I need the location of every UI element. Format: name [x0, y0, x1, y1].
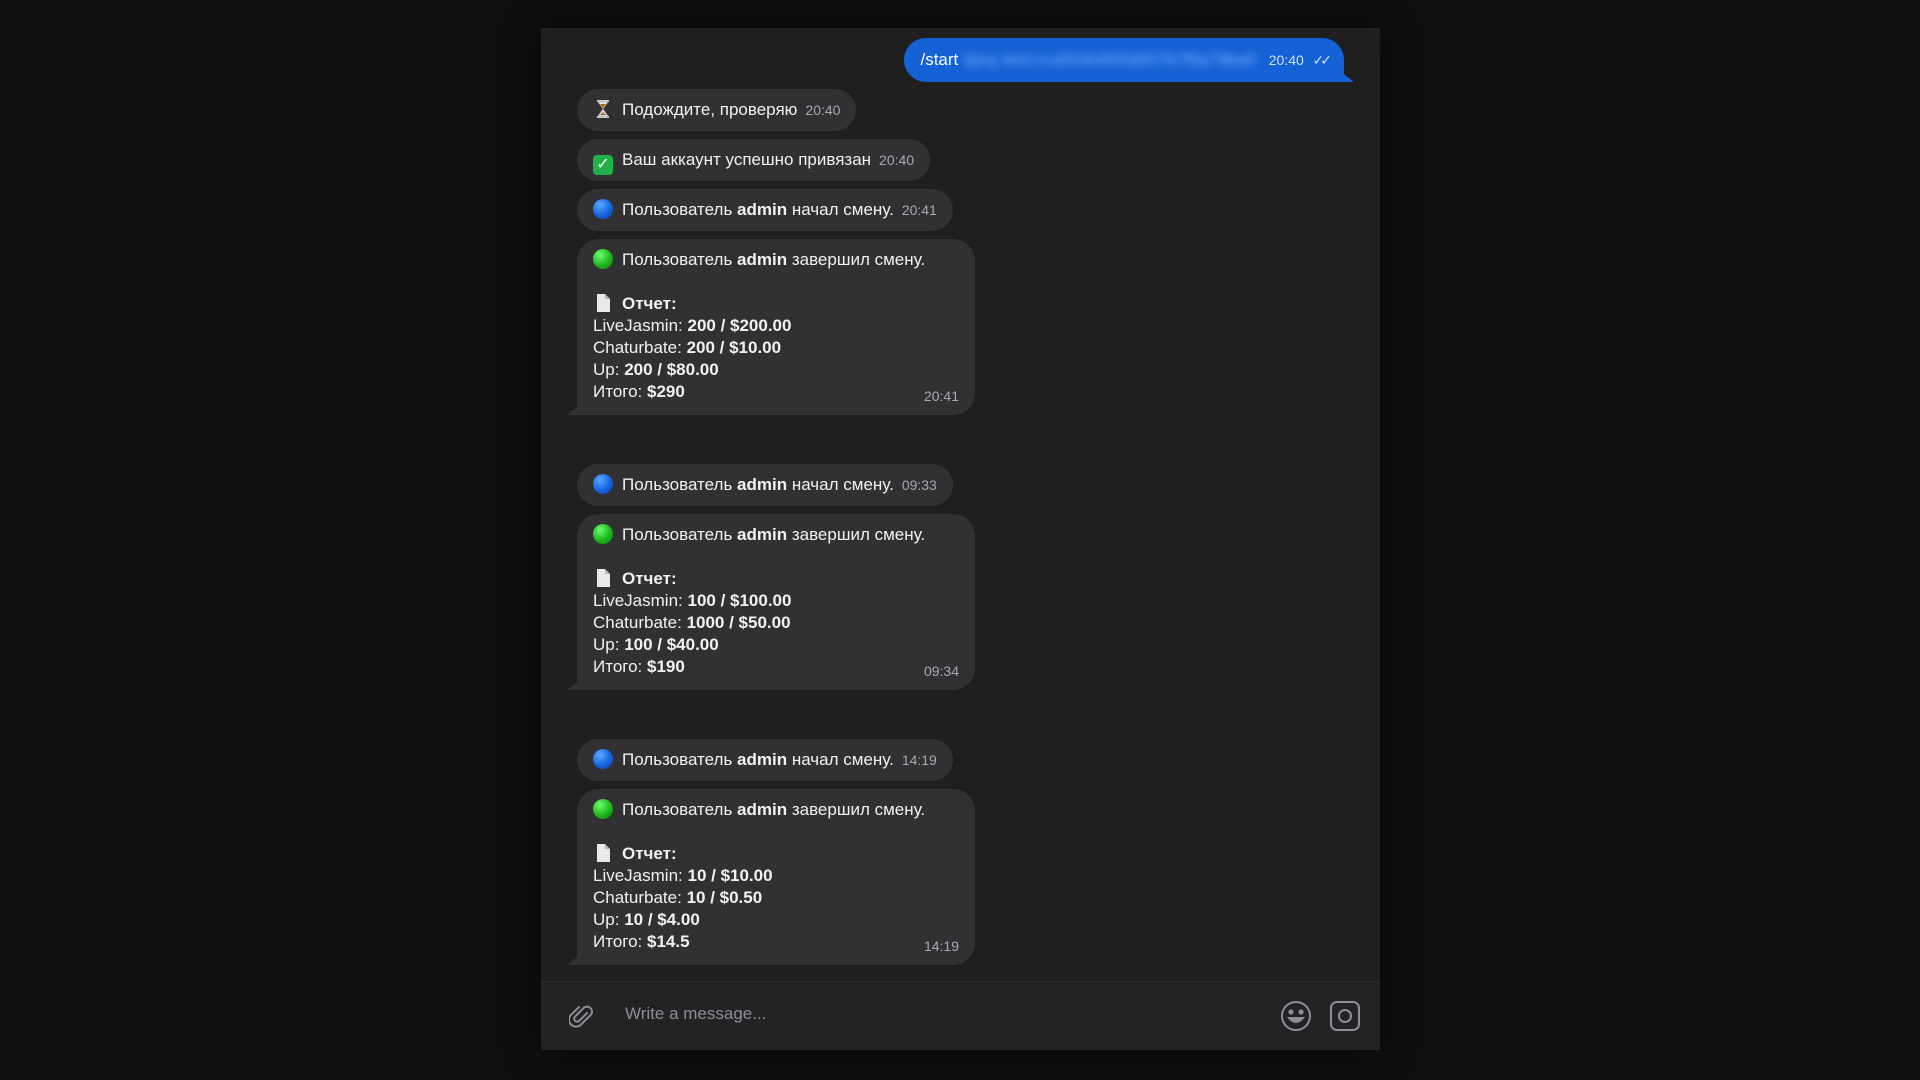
- report-row-label: Chaturbate:: [593, 338, 687, 357]
- report-row-value: 10 / $4.00: [624, 910, 700, 929]
- username: admin: [737, 800, 788, 819]
- blue-circle-icon: [593, 749, 613, 769]
- report-message[interactable]: Пользователь admin завершил смену. Отчет…: [567, 514, 975, 690]
- report-total-value: $14.5: [647, 932, 690, 951]
- message-text-post: начал смену.: [787, 200, 894, 219]
- report-label: Отчет:: [622, 294, 677, 313]
- document-icon: [593, 293, 613, 313]
- report-message[interactable]: Пользователь admin завершил смену. Отчет…: [567, 789, 975, 965]
- username: admin: [737, 750, 788, 769]
- report-label: Отчет:: [622, 569, 677, 588]
- report-row-value: 1000 / $50.00: [686, 613, 791, 632]
- outgoing-message[interactable]: /start tipsy-test:cca504e900d657b7f8a79b…: [904, 38, 1354, 82]
- report-row-value: 10 / $10.00: [687, 866, 773, 885]
- report-label: Отчет:: [622, 844, 677, 863]
- message-input[interactable]: Write a message...: [625, 1004, 766, 1024]
- green-circle-icon: [593, 249, 613, 269]
- message-text-post: начал смену.: [787, 750, 894, 769]
- report-row-label: Chaturbate:: [593, 888, 687, 907]
- green-circle-icon: [593, 524, 613, 544]
- bubble-tail: [1336, 68, 1354, 82]
- report-row-label: LiveJasmin:: [593, 591, 688, 610]
- blue-circle-icon: [593, 199, 613, 219]
- document-icon: [593, 843, 613, 863]
- incoming-message[interactable]: Пользователь admin начал смену. 09:33: [577, 464, 953, 506]
- report-message[interactable]: Пользователь admin завершил смену. Отчет…: [567, 239, 975, 415]
- check-icon: ✓: [593, 155, 613, 175]
- report-row-value: 10 / $0.50: [686, 888, 763, 907]
- report-row-label: LiveJasmin:: [593, 316, 688, 335]
- username: admin: [737, 475, 788, 494]
- username: admin: [737, 200, 788, 219]
- message-time: 14:19: [901, 752, 937, 768]
- message-time: 20:40: [1268, 52, 1304, 68]
- report-total-value: $290: [647, 382, 685, 401]
- bubble-tail: [567, 401, 585, 415]
- green-circle-icon: [593, 799, 613, 819]
- report-row-value: 100 / $40.00: [624, 635, 719, 654]
- incoming-message[interactable]: Пользователь admin начал смену. 14:19: [577, 739, 953, 781]
- report-row-label: Chaturbate:: [593, 613, 687, 632]
- incoming-message[interactable]: Пользователь admin начал смену. 20:41: [577, 189, 953, 231]
- report-row-label: Up:: [593, 360, 625, 379]
- message-time: 09:34: [923, 663, 959, 679]
- blue-circle-icon: [593, 474, 613, 494]
- message-time: 09:33: [901, 477, 937, 493]
- message-list[interactable]: /start tipsy-test:cca504e900d657b7f8a79b…: [541, 28, 1380, 981]
- document-icon: [593, 568, 613, 588]
- blurred-token: tipsy-test:cca504e900d657b7f8a79ba0: [963, 50, 1257, 69]
- report-row-label: Up:: [593, 910, 625, 929]
- message-time: 20:41: [901, 202, 937, 218]
- message-text-post: завершил смену.: [787, 525, 926, 544]
- message-text-pre: Пользователь: [622, 475, 738, 494]
- message-text-pre: Пользователь: [622, 250, 738, 269]
- message-text-pre: Пользователь: [622, 200, 738, 219]
- username: admin: [737, 250, 788, 269]
- report-row-label: Итого:: [593, 932, 647, 951]
- incoming-message[interactable]: Подождите, проверяю 20:40: [577, 89, 857, 131]
- message-time: 20:40: [805, 102, 841, 118]
- message-time: 20:40: [879, 152, 915, 168]
- report-row-label: Итого:: [593, 382, 647, 401]
- outgoing-text: /start: [920, 50, 959, 69]
- message-text: Подождите, проверяю: [622, 100, 798, 119]
- message-time: 14:19: [923, 938, 959, 954]
- message-composer: Write a message...: [541, 981, 1380, 1050]
- hourglass-icon: [593, 99, 613, 119]
- report-row-value: 100 / $100.00: [687, 591, 792, 610]
- report-row-value: 200 / $200.00: [687, 316, 792, 335]
- message-text-pre: Пользователь: [622, 800, 738, 819]
- message-text-pre: Пользователь: [622, 525, 738, 544]
- message-text-pre: Пользователь: [622, 750, 738, 769]
- message-time: 20:41: [923, 388, 959, 404]
- chat-window: /start tipsy-test:cca504e900d657b7f8a79b…: [541, 28, 1380, 1050]
- message-text-post: завершил смену.: [787, 250, 926, 269]
- double-check-icon: ✓✓: [1312, 52, 1333, 68]
- report-row-value: 200 / $10.00: [686, 338, 782, 357]
- camera-icon[interactable]: [1328, 999, 1362, 1033]
- report-row-label: Up:: [593, 635, 625, 654]
- report-row-value: 200 / $80.00: [624, 360, 719, 379]
- message-text-post: начал смену.: [787, 475, 894, 494]
- report-total-value: $190: [647, 657, 685, 676]
- incoming-message[interactable]: ✓ Ваш аккаунт успешно привязан 20:40: [577, 139, 931, 181]
- username: admin: [737, 525, 788, 544]
- report-row-label: LiveJasmin:: [593, 866, 688, 885]
- report-row-label: Итого:: [593, 657, 647, 676]
- message-text-post: завершил смену.: [787, 800, 926, 819]
- bubble-tail: [567, 676, 585, 690]
- paperclip-icon[interactable]: [568, 1004, 595, 1030]
- emoji-icon[interactable]: [1279, 999, 1313, 1033]
- message-text: Ваш аккаунт успешно привязан: [622, 150, 872, 169]
- bubble-tail: [567, 951, 585, 965]
